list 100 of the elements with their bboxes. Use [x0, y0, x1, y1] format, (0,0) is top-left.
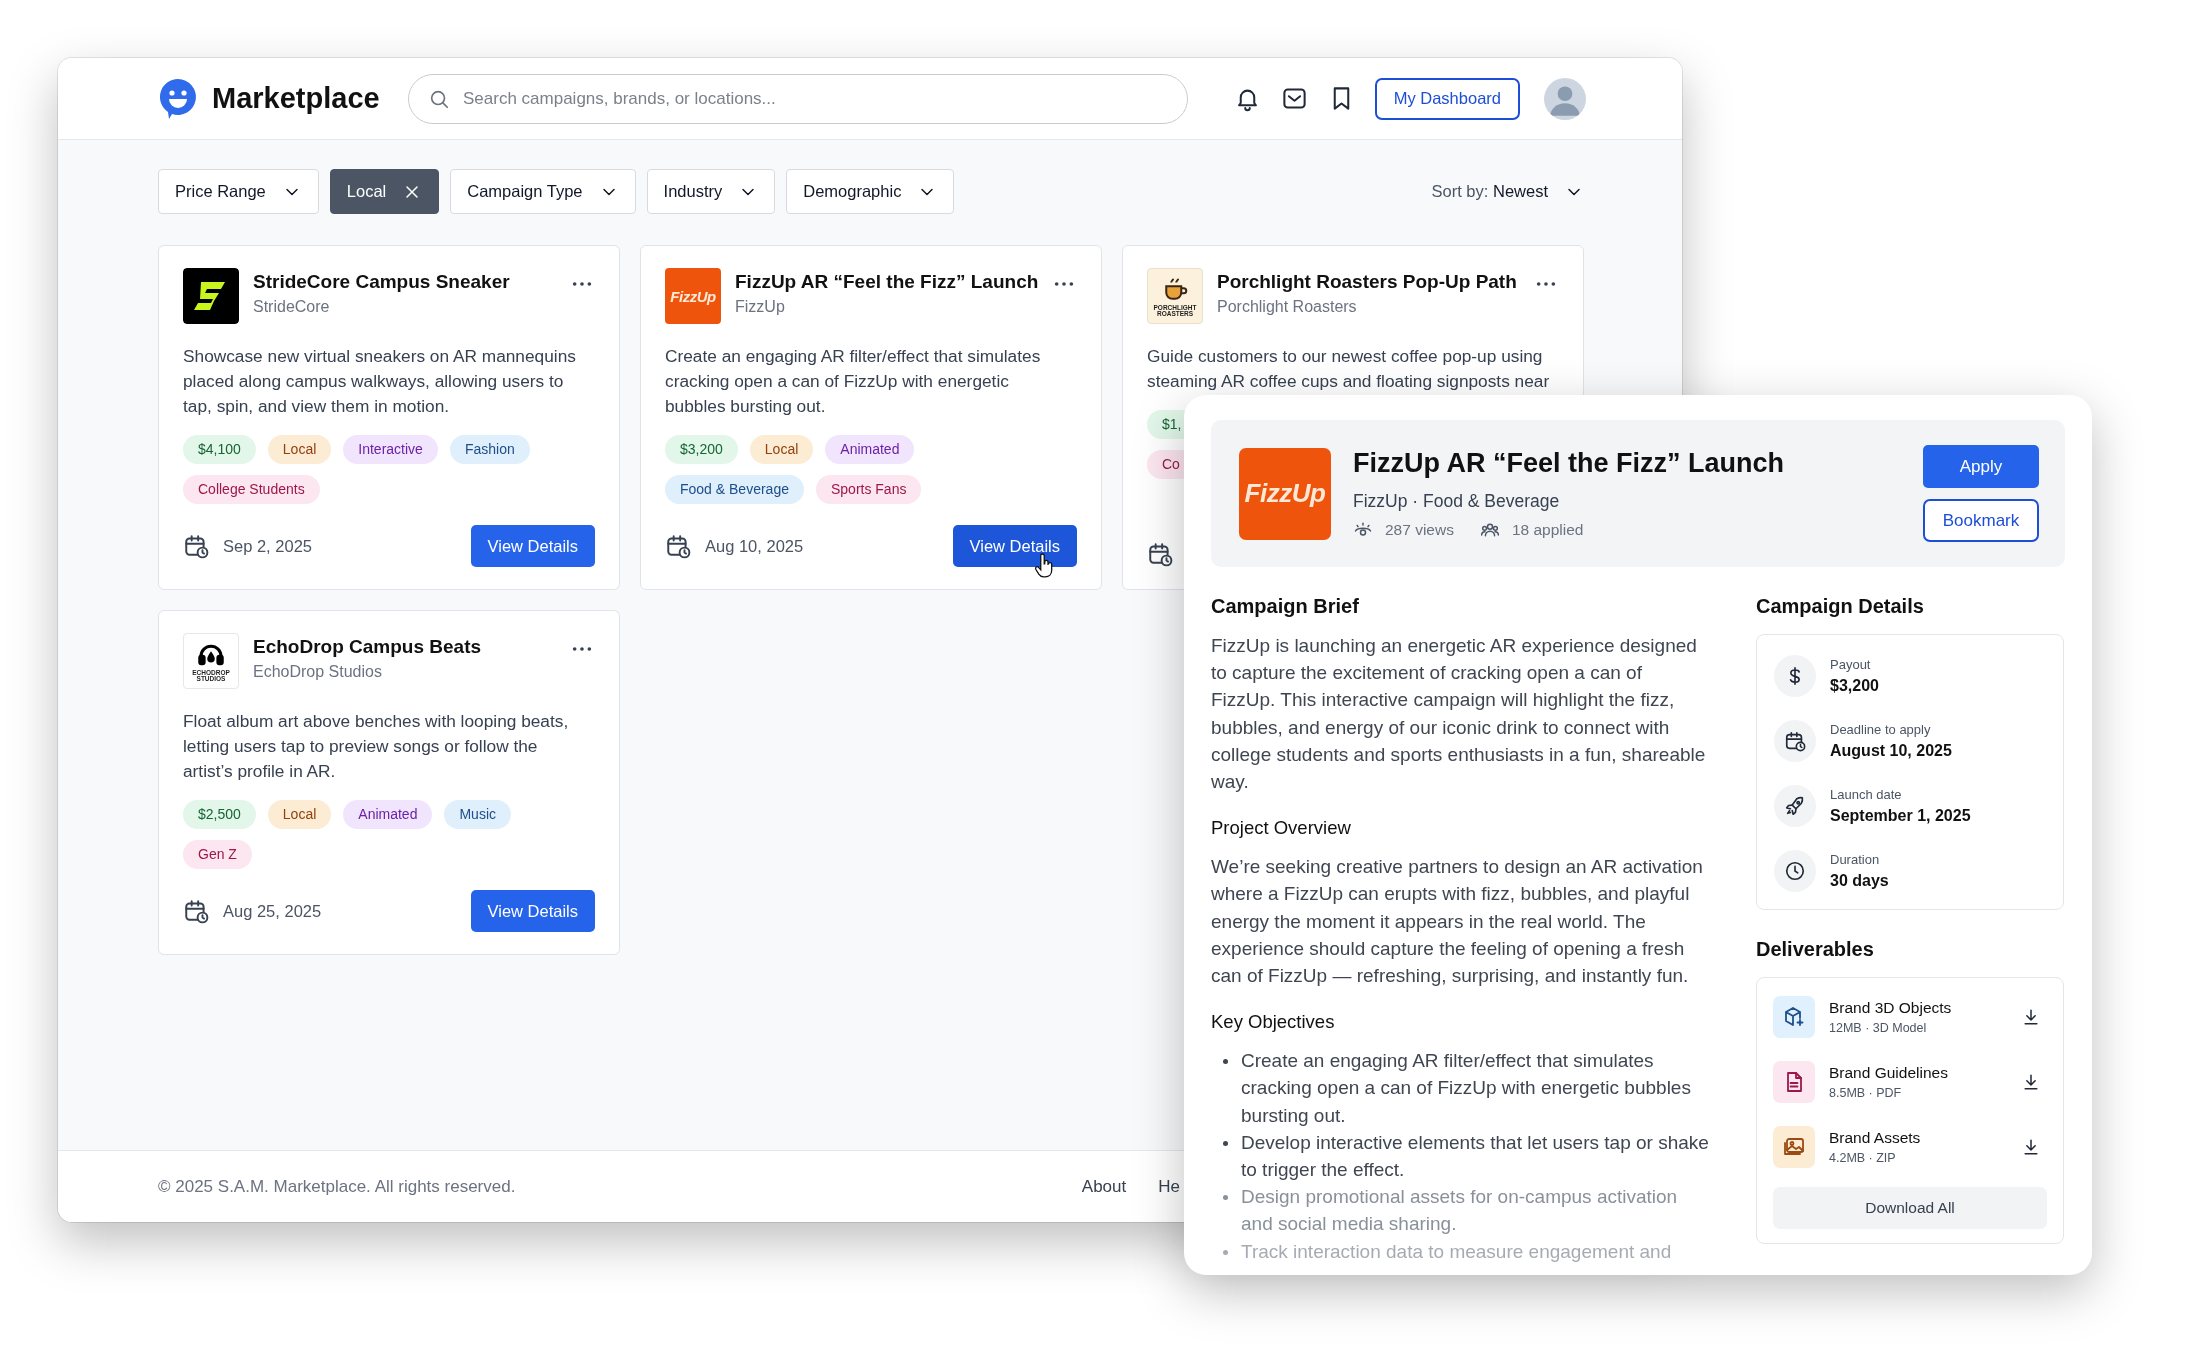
objective-text: Track interaction data to measure engagement and [1241, 1239, 1672, 1264]
objective-text: Design promotional assets for on-campus activation and social media sharing. [1241, 1185, 1679, 1237]
calendar-icon [1774, 719, 1816, 762]
campaign-title[interactable]: EchoDrop Campus Beats [253, 636, 557, 658]
tag: College Students [183, 475, 320, 504]
brand-name: StrideCore [253, 298, 331, 316]
clock-icon [1774, 849, 1816, 892]
download-all-button[interactable]: Download All [1773, 1187, 2047, 1229]
filter-dropdown[interactable]: Industry [646, 169, 776, 214]
dashboard-button[interactable]: My Dashboard [1374, 77, 1520, 120]
apply-button[interactable]: Apply [1923, 445, 2039, 488]
section-heading: Campaign Brief [1211, 595, 1360, 618]
tag: Fashion [449, 435, 530, 464]
brand-logo [183, 268, 239, 324]
tag: Gen Z [183, 840, 252, 869]
more-options-icon[interactable] [571, 645, 593, 653]
tag: Interactive [343, 435, 438, 464]
copyright-text: © 2025 S.A.M. Marketplace. All rights reserved. [158, 1176, 516, 1197]
tag: Animated [825, 435, 915, 464]
bookmark-button[interactable]: Bookmark [1923, 499, 2039, 542]
rocket-icon [1774, 784, 1816, 827]
campaign-title: FizzUp AR “Feel the Fizz” Launch [1353, 447, 1785, 479]
tag: $3,200 [665, 435, 738, 464]
campaign-description: Float album art above benches with looping beats, letting users tap to preview songs or follow the artist’s profile in AR. [183, 710, 570, 783]
detail-value: 30 days [1830, 871, 1889, 890]
section-heading: Project Overview [1211, 817, 1352, 840]
footer-link[interactable]: About [1081, 1176, 1127, 1197]
inbox-icon[interactable] [1280, 85, 1308, 112]
filter-dropdown[interactable]: Price Range [158, 169, 319, 214]
filter-dropdown[interactable]: Campaign Type [450, 169, 636, 214]
brief-text: FizzUp is launching an energetic AR experience designed to capture the excitement of cracking open a can of FizzUp. This interactive campaign will highlight the fizz, bubbles, and energy of our iconic drink to connect with college students and sports enthusiasts in a fun, shareable way. [1211, 634, 1707, 794]
view-details-button[interactable]: View Details [470, 525, 595, 567]
filter-dropdown[interactable]: Demographic [786, 169, 955, 214]
tag: Local [749, 435, 814, 464]
due-date: Sep 2, 2025 [223, 536, 312, 556]
campaign-description: Showcase new virtual sneakers on AR mannequins placed along campus walkways, allowing users to tap, spin, and view them in motion. [183, 345, 577, 418]
campaign-title[interactable]: StrideCore Campus Sneaker [253, 271, 557, 293]
tag: Local [267, 800, 332, 829]
file-info: 8.5MB · PDF [1829, 1085, 1903, 1100]
more-options-icon[interactable] [1053, 280, 1075, 288]
detail-label: Deadline to apply [1830, 721, 1932, 737]
brand-name: FizzUp [735, 298, 786, 316]
objective-text: Develop interactive elements that let users tap or shake to trigger the effect. [1241, 1130, 1709, 1183]
brand-logo: FizzUp [1239, 447, 1331, 540]
bullet-dot [1223, 1249, 1228, 1255]
bullet-dot [1223, 1140, 1228, 1146]
file-name: Brand 3D Objects [1829, 998, 1953, 1017]
applied-count: 18 applied [1511, 520, 1584, 539]
brand-name: EchoDrop Studios [253, 663, 383, 681]
bullet-dot [1223, 1195, 1228, 1201]
view-details-button[interactable]: View Details [470, 890, 595, 932]
campaign-title[interactable]: FizzUp AR “Feel the Fizz” Launch [735, 271, 1039, 293]
image-icon [1773, 1125, 1815, 1168]
calendar-icon [183, 898, 209, 924]
views-count: 287 views [1385, 520, 1454, 539]
campaign-description: Guide customers to our newest coffee pop-up using steaming AR coffee cups and floating signposts near [1147, 345, 1551, 393]
due-date: Aug 10, 2025 [705, 536, 804, 556]
marketplace-logo-icon [158, 76, 198, 121]
detail-label: Payout [1830, 656, 1872, 672]
detail-value: August 10, 2025 [1830, 741, 1952, 760]
detail-value: $3,200 [1830, 676, 1879, 695]
objective-text: Create an engaging AR filter/effect that simulates cracking open a can of FizzUp with energetic bubbles bursting out. [1241, 1049, 1692, 1128]
hand-cursor-icon [1033, 553, 1055, 579]
tag: Food & Beverage [665, 475, 804, 504]
bullet-dot [1223, 1059, 1228, 1065]
due-date: Aug 25, 2025 [223, 901, 322, 921]
section-heading: Campaign Details [1756, 595, 1925, 618]
document-icon [1773, 1060, 1815, 1103]
calendar-icon [1147, 541, 1173, 567]
app-title: Marketplace [212, 82, 380, 115]
tag: Local [267, 435, 332, 464]
tag: Sports Fans [815, 475, 922, 504]
brand-name: Porchlight Roasters [1217, 298, 1358, 316]
calendar-icon [665, 533, 691, 559]
section-heading: Deliverables [1756, 938, 1875, 961]
brand-logo: FizzUp [665, 268, 721, 324]
detail-label: Duration [1830, 851, 1881, 867]
overview-text: We’re seeking creative partners to design an AR activation where a FizzUp can erupts with fizz, bubbles, and playful energy the moment it appears in the real world. The experience should capture the feeling of opening a fresh can of FizzUp — refreshing, surprising, and instantly fun. [1211, 855, 1704, 989]
file-info: 4.2MB · ZIP [1829, 1150, 1897, 1165]
tag: Music [444, 800, 511, 829]
brand-category: FizzUp · Food & Beverage [1353, 490, 1561, 512]
campaign-description: Create an engaging AR filter/effect that simulates cracking open a can of FizzUp with energetic bubbles bursting out. [665, 345, 1042, 418]
campaign-title[interactable]: Porchlight Roasters Pop-Up Path [1217, 271, 1521, 293]
filter-dropdown[interactable]: Local [329, 169, 440, 214]
tag: Animated [343, 800, 433, 829]
file-name: Brand Guidelines [1829, 1063, 1949, 1082]
calendar-icon [183, 533, 209, 559]
sort-dropdown[interactable]: Sort by: Newest [1431, 181, 1584, 202]
detail-value: September 1, 2025 [1830, 806, 1971, 825]
search-field[interactable]: Search campaigns, brands, or locations... [408, 73, 1188, 124]
avatar[interactable] [1544, 77, 1586, 120]
more-options-icon[interactable] [1535, 280, 1557, 288]
more-options-icon[interactable] [571, 280, 593, 288]
detail-label: Launch date [1830, 786, 1903, 802]
footer-link[interactable]: He [1158, 1176, 1180, 1197]
dollar-icon [1774, 654, 1816, 697]
cube-icon [1773, 995, 1815, 1038]
file-info: 12MB · 3D Model [1829, 1020, 1928, 1035]
tag: $2,500 [183, 800, 256, 829]
tag: $4,100 [183, 435, 256, 464]
